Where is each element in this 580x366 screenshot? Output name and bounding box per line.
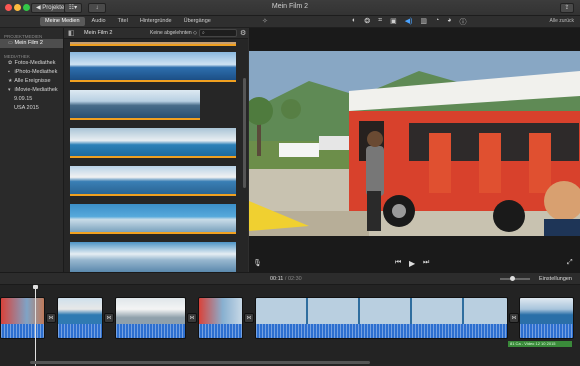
timeline-clip[interactable] (57, 297, 103, 339)
transition-icon[interactable]: ⋈ (187, 313, 197, 323)
audio-waveform (58, 324, 102, 338)
current-time: 00:11 (270, 276, 284, 282)
sidebar-item-usa-2015[interactable]: USA 2015 (0, 104, 63, 113)
skip-back-icon[interactable]: ⏮ (395, 259, 401, 267)
tab-titles[interactable]: Titel (113, 17, 133, 26)
viewer: 🎙 ⏮ ▶ ⏭ ⤢ (249, 28, 580, 272)
toolbar: Meine Medien Audio Titel Hintergründe Üb… (0, 16, 580, 28)
clip-filmstrip[interactable] (70, 90, 200, 120)
sidebar-item-imovie-library[interactable]: ▾ iMovie-Mediathek (0, 86, 63, 95)
clip-filmstrip[interactable] (70, 166, 236, 196)
magic-wand-icon[interactable]: ✧ (262, 17, 268, 25)
tab-audio[interactable]: Audio (87, 17, 111, 26)
sidebar-item-mein-film-2[interactable]: ▭ Mein Film 2 (0, 39, 63, 48)
tab-transitions[interactable]: Übergänge (179, 17, 216, 26)
adjustment-tools: ◐ ❂ ⌗ ▣ ◀) ▥ ◔ ◕ ⓘ (352, 17, 467, 27)
title-bar: ◀ Projekte ☷▾ ↓ Mein Film 2 ⇪ (0, 0, 580, 16)
zoom-slider-track[interactable] (500, 278, 530, 280)
imovie-icon: ▾ (8, 87, 11, 93)
gear-icon[interactable]: ⚙ (240, 29, 246, 37)
info-icon[interactable]: ⓘ (460, 17, 467, 27)
sidebar-item-all-events[interactable]: ★ Alle Ereignisse (0, 77, 63, 86)
total-time: 02:30 (287, 276, 302, 282)
timeline-clip[interactable] (115, 297, 186, 339)
window-title: Mein Film 2 (271, 3, 309, 10)
timeline: ⋈ ⋈ ⋈ ⋈ ⋈ 81 Ca - Video 12 10 2015 (0, 285, 580, 366)
timecode: 00:11 / 02:30 (270, 276, 302, 282)
reset-all-button[interactable]: Alle zurück (550, 18, 574, 24)
search-input[interactable]: ⌕ (199, 29, 237, 37)
media-tabs: Meine Medien Audio Titel Hintergründe Üb… (40, 17, 216, 26)
clip-filmstrip[interactable] (70, 52, 236, 82)
color-balance-icon[interactable]: ◐ (352, 17, 356, 27)
audio-waveform (520, 324, 573, 338)
timeline-header: 00:11 / 02:30 Einstellungen (0, 272, 580, 285)
timeline-clip[interactable] (519, 297, 574, 339)
filter-icon[interactable]: ◕ (447, 17, 451, 27)
tab-my-media[interactable]: Meine Medien (40, 17, 85, 26)
sidebar-item-label: iMovie-Mediathek (14, 87, 58, 93)
volume-icon[interactable]: ◀) (405, 17, 413, 27)
browser-scrollbar[interactable] (243, 78, 246, 188)
audio-waveform (256, 324, 507, 338)
zoom-slider-knob[interactable] (510, 276, 515, 281)
transition-icon[interactable]: ⋈ (509, 313, 519, 323)
transition-icon[interactable]: ⋈ (244, 313, 254, 323)
library-sidebar: Projektmedien ▭ Mein Film 2 Mediathek ✿ … (0, 28, 64, 272)
timeline-clip[interactable] (0, 297, 45, 339)
clip-filmstrip[interactable] (70, 204, 236, 234)
sidebar-item-label: Fotos-Mediathek (14, 60, 56, 66)
clip-filmstrip[interactable] (70, 242, 236, 272)
voiceover-mic-icon[interactable]: 🎙 (253, 259, 262, 267)
video-frame-image (249, 51, 580, 236)
color-correction-icon[interactable]: ❂ (364, 17, 370, 27)
play-icon[interactable]: ▶ (409, 259, 415, 268)
playhead[interactable] (35, 286, 36, 366)
sidebar-item-photos-library[interactable]: ✿ Fotos-Mediathek (0, 59, 63, 68)
sidebar-toggle-icon[interactable]: ◧ (68, 29, 75, 37)
photos-icon: ✿ (8, 60, 13, 66)
tab-backgrounds[interactable]: Hintergründe (135, 17, 177, 26)
skip-forward-icon[interactable]: ⏭ (423, 259, 429, 267)
playback-controls: 🎙 ⏮ ▶ ⏭ ⤢ (249, 258, 580, 272)
timeline-clip[interactable] (255, 297, 508, 339)
sidebar-item-iphoto-library[interactable]: ▪ iPhoto-Mediathek (0, 68, 63, 77)
iphoto-icon: ▪ (8, 69, 10, 75)
browser-title: Mein Film 2 (84, 30, 113, 36)
transition-icon[interactable]: ⋈ (104, 313, 114, 323)
audio-waveform (116, 324, 185, 338)
transition-icon[interactable]: ⋈ (46, 313, 56, 323)
stabilization-icon[interactable]: ▣ (390, 17, 397, 27)
timeline-scrollbar[interactable] (30, 361, 370, 364)
sidebar-item-label: iPhoto-Mediathek (14, 69, 58, 75)
audio-waveform (199, 324, 242, 338)
clip-filmstrip[interactable] (70, 128, 236, 158)
browser-toolbar: ◧ Mein Film 2 Keine abgelehnten ◇ ⌕ ⚙ (64, 28, 248, 39)
imovie-window: ◀ Projekte ☷▾ ↓ Mein Film 2 ⇪ Meine Medi… (0, 0, 580, 366)
crop-icon[interactable]: ⌗ (378, 17, 382, 27)
sidebar-item-label: Mein Film 2 (14, 40, 43, 46)
media-browser: ◧ Mein Film 2 Keine abgelehnten ◇ ⌕ ⚙ (64, 28, 248, 272)
sidebar-item-event-date[interactable]: 9.09.15 (0, 95, 63, 104)
speed-icon[interactable]: ◔ (435, 17, 439, 27)
fullscreen-icon[interactable]: ⤢ (567, 259, 573, 267)
video-preview[interactable] (249, 51, 580, 236)
settings-button[interactable]: Einstellungen (539, 276, 572, 282)
timeline-clip[interactable] (198, 297, 243, 339)
noise-reduction-icon[interactable]: ▥ (420, 17, 427, 27)
film-icon: ▭ (8, 40, 13, 46)
clip-filmstrip[interactable] (70, 42, 236, 46)
share-icon[interactable]: ⇪ (560, 3, 574, 13)
background-music-bar[interactable]: 81 Ca - Video 12 10 2015 (508, 341, 572, 347)
audio-waveform (1, 324, 44, 338)
sidebar-item-label: Alle Ereignisse (14, 78, 51, 84)
star-icon: ★ (8, 78, 13, 84)
rejected-filter-select[interactable]: Keine abgelehnten ◇ (150, 30, 197, 36)
